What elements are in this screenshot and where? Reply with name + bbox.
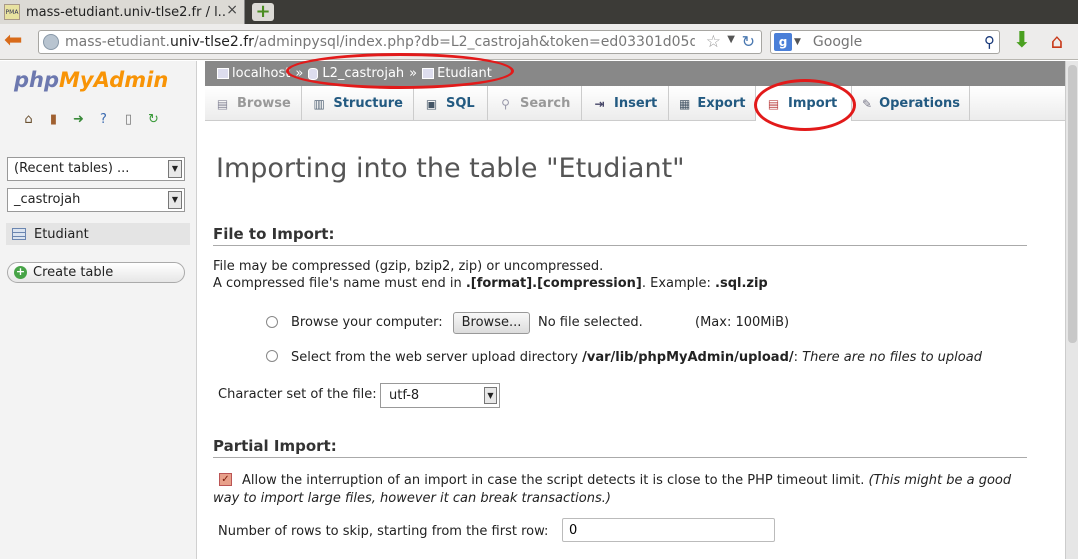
search-bar[interactable]: g ▼ ⚲	[770, 30, 1000, 54]
engine-dropdown-icon[interactable]: ▼	[794, 37, 801, 47]
breadcrumb-server[interactable]: localhost	[217, 66, 290, 81]
sidebar-table-etudiant[interactable]: Etudiant	[6, 223, 190, 245]
favicon-icon: PMA	[4, 4, 20, 20]
page-title: Importing into the table "Etudiant"	[216, 153, 685, 184]
browse-computer-label: Browse your computer:	[291, 315, 443, 330]
download-icon[interactable]: ⬇	[1010, 30, 1034, 54]
compression-info-line1: File may be compressed (gzip, bzip2, zip…	[213, 259, 604, 274]
documentation-icon[interactable]: ?	[95, 111, 112, 128]
plus-icon: +	[14, 265, 27, 279]
wrench-icon: ✎	[862, 96, 873, 111]
charset-label: Character set of the file:	[218, 387, 377, 402]
browser-tabstrip: PMA mass-etudiant.univ-tlse2.fr / l... ×…	[0, 0, 1078, 24]
max-size-text: (Max: 100MiB)	[695, 315, 790, 330]
insert-icon: ⇥	[594, 96, 605, 111]
magnifier-icon[interactable]: ⚲	[984, 33, 995, 51]
chevron-down-icon: ▼	[168, 191, 182, 209]
tab-sql[interactable]: ▣ SQL	[414, 86, 488, 121]
partial-import-heading: Partial Import:	[213, 437, 1027, 458]
close-tab-icon[interactable]: ×	[226, 2, 238, 18]
breadcrumb-table[interactable]: Etudiant	[422, 66, 492, 81]
browse-computer-radio[interactable]	[266, 316, 278, 328]
search-engine-icon[interactable]: g	[774, 33, 792, 51]
url-bar[interactable]: mass-etudiant.univ-tlse2.fr/adminpysql/i…	[38, 30, 762, 54]
tab-insert[interactable]: ⇥ Insert	[582, 86, 669, 121]
reload-icon[interactable]: ↻	[145, 111, 162, 128]
browse-button[interactable]: Browse...	[453, 312, 530, 334]
home-icon[interactable]: ⌂	[1044, 30, 1070, 54]
bookmark-star-icon[interactable]: ☆	[706, 32, 721, 52]
navigation-toolbar: ⬅ mass-etudiant.univ-tlse2.fr/adminpysql…	[0, 24, 1078, 60]
navigation-panel: phpMyAdmin ⌂ ▮ ➜ ? ▯ ↻ (Recent tables) .…	[0, 61, 197, 559]
no-file-selected-text: No file selected.	[538, 315, 643, 330]
back-arrow-icon[interactable]: ⬅	[4, 30, 28, 54]
compression-info-line2: A compressed file's name must end in .[f…	[213, 276, 768, 291]
tab-title: mass-etudiant.univ-tlse2.fr / l...	[26, 4, 226, 20]
browse-icon: ▤	[216, 96, 229, 111]
table-icon	[422, 68, 435, 79]
server-directory-label: Select from the web server upload direct…	[291, 350, 982, 365]
breadcrumb: localhost » L2_castrojah » Etudiant	[205, 61, 1065, 86]
reload-icon[interactable]: ↻	[742, 32, 755, 51]
import-icon: ▤	[767, 96, 780, 111]
skip-rows-input[interactable]	[562, 518, 775, 542]
search-icon: ⚲	[501, 96, 510, 111]
chevron-down-icon: ▼	[168, 160, 182, 178]
scrollbar-thumb[interactable]	[1068, 65, 1077, 343]
export-icon: ▦	[679, 96, 691, 111]
chevron-down-icon: ▼	[484, 387, 497, 404]
quick-icons: ⌂ ▮ ➜ ? ▯ ↻	[20, 111, 162, 128]
breadcrumb-separator: »	[409, 66, 418, 81]
database-select[interactable]: _castrojah ▼	[7, 188, 185, 212]
browser-tab[interactable]: PMA mass-etudiant.univ-tlse2.fr / l... ×	[0, 0, 245, 24]
url-dropdown-icon[interactable]: ▼	[727, 34, 735, 45]
charset-select[interactable]: utf-8 ▼	[380, 383, 500, 408]
structure-icon: ▥	[313, 96, 325, 111]
tab-search[interactable]: ⚲ Search	[488, 86, 582, 121]
home-icon[interactable]: ⌂	[20, 111, 37, 128]
tab-structure[interactable]: ▥ Structure	[302, 86, 414, 121]
tab-import[interactable]: ▤ Import	[756, 86, 852, 121]
logout-icon[interactable]: ▮	[45, 111, 62, 128]
server-directory-radio[interactable]	[266, 350, 278, 362]
query-window-icon[interactable]: ➜	[70, 111, 87, 128]
new-tab-icon[interactable]: +	[252, 3, 274, 21]
main-content: Importing into the table "Etudiant" File…	[205, 121, 1065, 559]
search-input[interactable]	[812, 34, 973, 50]
database-icon	[308, 67, 319, 80]
site-identity-icon[interactable]	[43, 34, 59, 50]
scrollbar[interactable]	[1065, 61, 1078, 559]
recent-tables-select[interactable]: (Recent tables) ... ▼	[7, 157, 185, 181]
breadcrumb-database[interactable]: L2_castrojah	[308, 66, 404, 81]
tab-browse[interactable]: ▤ Browse	[205, 86, 302, 121]
file-to-import-heading: File to Import:	[213, 225, 1027, 246]
server-icon	[217, 68, 229, 79]
table-tabs: ▤ Browse ▥ Structure ▣ SQL ⚲ Search ⇥ Insert …	[205, 86, 1065, 121]
breadcrumb-separator: »	[295, 66, 304, 81]
table-icon	[12, 228, 26, 240]
url-text[interactable]: mass-etudiant.univ-tlse2.fr/adminpysql/i…	[65, 34, 695, 50]
skip-rows-label: Number of rows to skip, starting from th…	[218, 524, 549, 539]
docs-icon[interactable]: ▯	[120, 111, 137, 128]
sql-icon: ▣	[425, 96, 438, 111]
phpmyadmin-logo[interactable]: phpMyAdmin	[14, 68, 168, 92]
tab-export[interactable]: ▦ Export	[669, 86, 756, 121]
tab-operations[interactable]: ✎ Operations	[852, 86, 970, 121]
create-table-button[interactable]: + Create table	[7, 262, 185, 283]
allow-interrupt-label: Allow the interruption of an import in c…	[213, 473, 1012, 506]
